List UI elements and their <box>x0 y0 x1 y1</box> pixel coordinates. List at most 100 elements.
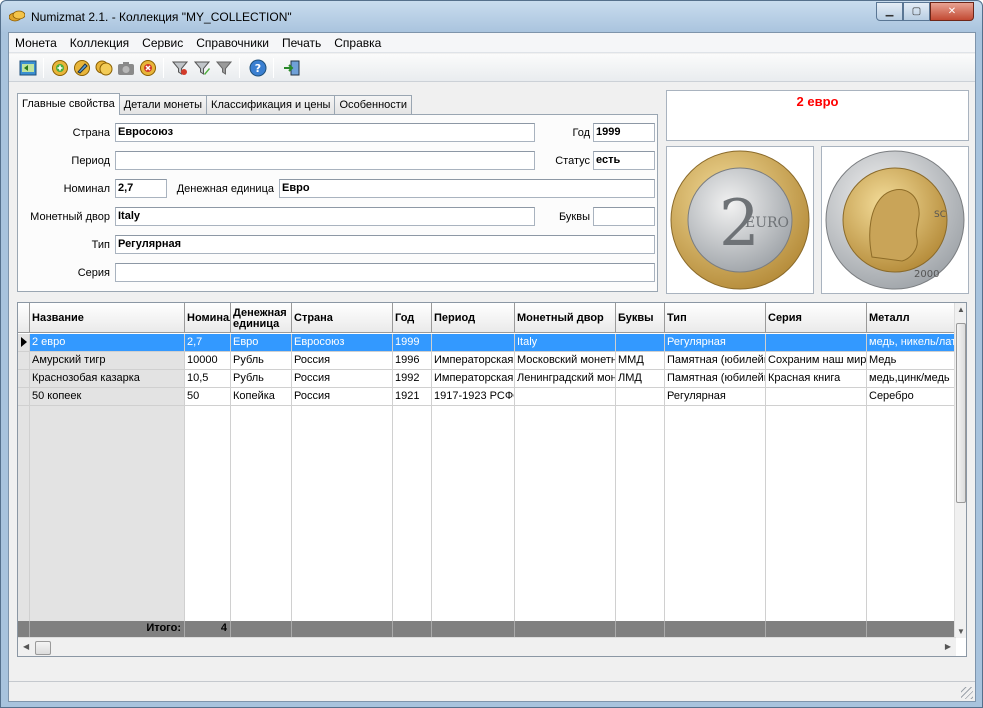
menu-collection[interactable]: Коллекция <box>64 33 136 53</box>
menu-help[interactable]: Справка <box>328 33 388 53</box>
table-cell[interactable] <box>766 334 867 352</box>
grid-column-header[interactable]: Буквы <box>616 303 665 333</box>
delete-coin-icon[interactable] <box>139 59 157 77</box>
series-field[interactable] <box>115 263 655 282</box>
nominal-field[interactable]: 2,7 <box>115 179 167 198</box>
table-cell[interactable]: 1999 <box>393 334 432 352</box>
scroll-right-arrow-icon[interactable]: ▶ <box>945 642 951 651</box>
table-cell[interactable]: Рубль <box>231 352 292 370</box>
resize-grip-icon[interactable] <box>961 687 973 699</box>
grid-vertical-scrollbar[interactable]: ▲ ▼ <box>954 303 966 638</box>
table-cell[interactable]: медь,цинк/медь <box>867 370 956 388</box>
table-cell[interactable]: Краснозобая казарка <box>30 370 185 388</box>
table-cell[interactable]: 10000 <box>185 352 231 370</box>
table-cell[interactable]: 2 евро <box>30 334 185 352</box>
table-cell[interactable]: Евро <box>231 334 292 352</box>
table-cell[interactable] <box>515 388 616 406</box>
table-cell[interactable]: 1992 <box>393 370 432 388</box>
grid-horizontal-scrollbar[interactable]: ◀ ▶ <box>18 637 956 656</box>
table-cell[interactable]: Императорская <box>432 352 515 370</box>
tab-coin-details[interactable]: Детали монеты <box>118 95 208 115</box>
table-cell[interactable]: Серебро <box>867 388 956 406</box>
table-cell[interactable]: 50 копеек <box>30 388 185 406</box>
maximize-button[interactable]: ▢ <box>903 2 930 21</box>
table-cell[interactable]: Амурский тигр <box>30 352 185 370</box>
exit-icon[interactable] <box>283 59 301 77</box>
menu-coin[interactable]: Монета <box>9 33 64 53</box>
grid-column-header[interactable]: Название <box>30 303 185 333</box>
grid-column-header[interactable]: Серия <box>766 303 867 333</box>
table-cell[interactable]: Памятная (юбилейная) <box>665 370 766 388</box>
grid-column-header[interactable]: Тип <box>665 303 766 333</box>
table-cell[interactable]: ЛМД <box>616 370 665 388</box>
table-cell[interactable]: 10,5 <box>185 370 231 388</box>
coin-reverse-image[interactable]: 2 EURO <box>666 146 814 294</box>
mint-field[interactable]: Italy <box>115 207 535 226</box>
filter-icon[interactable] <box>171 59 189 77</box>
type-field[interactable]: Регулярная <box>115 235 655 254</box>
table-cell[interactable]: 1996 <box>393 352 432 370</box>
table-row[interactable]: Краснозобая казарка 10,5 Рубль Россия 1992 Им… <box>18 370 956 388</box>
minimize-button[interactable]: ▁ <box>876 2 903 21</box>
menu-references[interactable]: Справочники <box>190 33 276 53</box>
table-cell[interactable]: медь, никель/латунь <box>867 334 956 352</box>
open-collection-icon[interactable] <box>19 59 37 77</box>
close-button[interactable]: ✕ <box>930 2 974 21</box>
row-indicator[interactable] <box>18 352 30 370</box>
scroll-left-arrow-icon[interactable]: ◀ <box>23 642 29 651</box>
table-cell[interactable]: Сохраним наш мир <box>766 352 867 370</box>
edit-coin-icon[interactable] <box>73 59 91 77</box>
table-cell[interactable]: 1921 <box>393 388 432 406</box>
letters-field[interactable] <box>593 207 655 226</box>
table-cell[interactable]: Россия <box>292 388 393 406</box>
table-cell[interactable]: Рубль <box>231 370 292 388</box>
filter-edit-icon[interactable] <box>193 59 211 77</box>
scroll-down-arrow-icon[interactable]: ▼ <box>957 627 965 636</box>
table-cell[interactable] <box>766 388 867 406</box>
year-field[interactable]: 1999 <box>593 123 655 142</box>
grid-horizontal-scroll-thumb[interactable] <box>35 641 51 655</box>
table-cell[interactable]: Копейка <box>231 388 292 406</box>
table-cell[interactable]: Московский монетный двор <box>515 352 616 370</box>
country-field[interactable]: Евросоюз <box>115 123 535 142</box>
grid-column-header[interactable]: Страна <box>292 303 393 333</box>
table-cell[interactable]: Регулярная <box>665 388 766 406</box>
grid-column-header[interactable]: Металл <box>867 303 956 333</box>
menu-service[interactable]: Сервис <box>136 33 190 53</box>
table-cell[interactable]: 2,7 <box>185 334 231 352</box>
grid-column-header[interactable]: Год <box>393 303 432 333</box>
help-icon[interactable]: ? <box>249 59 267 77</box>
title-bar[interactable]: Numizmat 2.1. - Коллекция "MY_COLLECTION… <box>1 1 982 32</box>
table-cell[interactable]: Регулярная <box>665 334 766 352</box>
add-coin-icon[interactable] <box>51 59 69 77</box>
table-cell[interactable]: Медь <box>867 352 956 370</box>
grid-vertical-scroll-thumb[interactable] <box>956 323 966 503</box>
table-cell[interactable]: Красная книга <box>766 370 867 388</box>
copy-coin-icon[interactable] <box>95 59 113 77</box>
table-cell[interactable]: Памятная (юбилейная) <box>665 352 766 370</box>
table-cell[interactable]: Евросоюз <box>292 334 393 352</box>
photo-icon[interactable] <box>117 59 135 77</box>
table-cell[interactable]: Italy <box>515 334 616 352</box>
table-row[interactable]: 50 копеек 50 Копейка Россия 1921 1917-1923 РС… <box>18 388 956 406</box>
tab-main-properties[interactable]: Главные свойства <box>17 93 120 115</box>
table-cell[interactable]: 50 <box>185 388 231 406</box>
grid-column-header[interactable]: Номинал <box>185 303 231 333</box>
table-cell[interactable]: Ленинградский монетный двор <box>515 370 616 388</box>
tab-features[interactable]: Особенности <box>334 95 412 115</box>
table-row[interactable]: 2 евро 2,7 Евро Евросоюз 1999 Italy Регулярная… <box>18 334 956 352</box>
table-cell[interactable]: Россия <box>292 370 393 388</box>
scroll-up-arrow-icon[interactable]: ▲ <box>957 305 965 314</box>
table-cell[interactable] <box>616 388 665 406</box>
table-cell[interactable] <box>616 334 665 352</box>
table-cell[interactable]: ММД <box>616 352 665 370</box>
filter-clear-icon[interactable] <box>215 59 233 77</box>
row-indicator[interactable] <box>18 388 30 406</box>
grid-column-header[interactable]: Монетный двор <box>515 303 616 333</box>
grid-column-header[interactable]: Денежная единица <box>231 303 292 333</box>
tab-classification-prices[interactable]: Классификация и цены <box>206 95 336 115</box>
table-cell[interactable] <box>432 334 515 352</box>
table-row[interactable]: Амурский тигр 10000 Рубль Россия 1996 Императ… <box>18 352 956 370</box>
table-cell[interactable]: Императорская <box>432 370 515 388</box>
status-field[interactable]: есть <box>593 151 655 170</box>
